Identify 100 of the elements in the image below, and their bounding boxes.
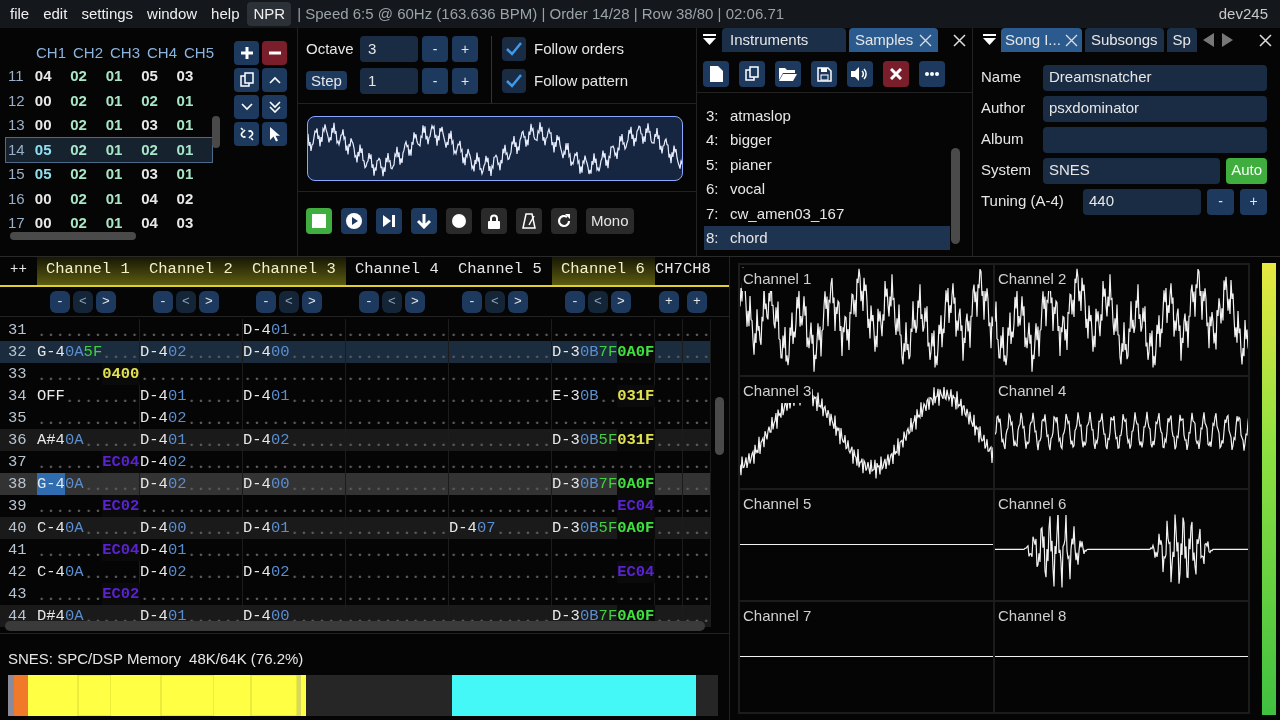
order-value[interactable]: 00 <box>34 89 71 112</box>
menu-item[interactable]: file <box>4 2 36 26</box>
order-value[interactable]: 02 <box>176 187 212 210</box>
order-value[interactable]: 01 <box>105 212 142 235</box>
channel-button[interactable]: < <box>588 290 608 313</box>
scrollbar[interactable] <box>10 232 136 240</box>
channel-button[interactable]: > <box>405 290 425 313</box>
remove-order-button[interactable] <box>262 41 287 65</box>
channel-name[interactable]: CH7 <box>655 257 683 281</box>
checkbox[interactable] <box>502 69 526 93</box>
order-value[interactable]: 01 <box>105 65 142 88</box>
channel-header[interactable]: Channel 3 <box>243 257 346 285</box>
preview-sample-button[interactable] <box>847 61 873 87</box>
stepper-button[interactable]: + <box>1240 188 1267 215</box>
duplicate-sample-button[interactable] <box>739 61 765 87</box>
order-value[interactable]: 02 <box>70 138 106 161</box>
order-value[interactable]: 01 <box>105 163 142 186</box>
order-value[interactable]: 00 <box>34 187 71 210</box>
order-value[interactable]: 01 <box>105 114 142 137</box>
order-value[interactable]: 02 <box>70 89 106 112</box>
move-up-button[interactable] <box>262 68 287 92</box>
menu-item[interactable]: help <box>205 2 246 26</box>
order-value[interactable]: 04 <box>141 187 177 210</box>
channel-button[interactable]: < <box>382 290 402 313</box>
order-value[interactable]: 05 <box>34 138 71 161</box>
order-value[interactable]: 04 <box>34 65 71 88</box>
step-button[interactable] <box>376 208 402 234</box>
open-sample-button[interactable] <box>775 61 801 87</box>
channel-header[interactable]: Channel 6 <box>552 257 655 285</box>
tab[interactable]: Sp <box>1166 28 1197 52</box>
order-value[interactable]: 01 <box>176 163 212 186</box>
channel-button[interactable]: > <box>302 290 322 313</box>
order-value[interactable]: 01 <box>176 89 212 112</box>
channel-name[interactable]: Channel 1 <box>37 257 130 281</box>
order-value[interactable]: 02 <box>141 138 177 161</box>
checkbox[interactable] <box>502 37 526 61</box>
save-sample-button[interactable] <box>811 61 837 87</box>
stepper-button[interactable]: - <box>422 36 448 62</box>
order-value[interactable]: 03 <box>176 212 212 235</box>
channel-button[interactable]: - <box>565 290 585 313</box>
step-down-button[interactable] <box>411 208 437 234</box>
lock-button[interactable] <box>481 208 507 234</box>
delete-sample-button[interactable] <box>883 61 909 87</box>
menu-item[interactable]: settings <box>75 2 140 26</box>
order-value[interactable]: 01 <box>105 187 142 210</box>
order-row[interactable]: 11 04 02 01 05 03 <box>6 64 212 89</box>
order-row[interactable]: 17 00 02 01 04 03 <box>6 211 212 236</box>
order-value[interactable]: 03 <box>176 65 212 88</box>
order-value[interactable]: 01 <box>176 138 212 161</box>
close-icon[interactable] <box>953 33 966 47</box>
channel-name[interactable]: Channel 3 <box>243 257 336 281</box>
sample-item[interactable]: 3: atmaslop <box>704 104 950 129</box>
order-value[interactable]: 02 <box>141 89 177 112</box>
order-value[interactable]: 01 <box>105 138 142 161</box>
text-field[interactable]: Dreamsnatcher <box>1043 64 1267 91</box>
tab[interactable]: Instruments <box>722 28 846 52</box>
dropdown-icon[interactable] <box>703 34 716 46</box>
add-order-button[interactable] <box>234 41 259 65</box>
order-value[interactable]: 02 <box>70 65 106 88</box>
order-value[interactable]: 01 <box>176 114 212 137</box>
channel-button[interactable]: - <box>462 290 482 313</box>
number-field[interactable]: 3 <box>360 36 418 62</box>
play-button[interactable] <box>341 208 367 234</box>
order-value[interactable]: 03 <box>141 163 177 186</box>
sample-item[interactable]: 4: bigger <box>704 128 950 153</box>
repeat-button[interactable] <box>551 208 577 234</box>
channel-button[interactable]: - <box>153 290 173 313</box>
order-row[interactable]: 16 00 02 01 04 02 <box>6 186 212 211</box>
order-value[interactable]: 00 <box>34 212 71 235</box>
move-down-button[interactable] <box>234 95 259 119</box>
order-value[interactable]: 02 <box>70 187 106 210</box>
order-value[interactable]: 02 <box>70 163 106 186</box>
channel-button[interactable]: < <box>73 290 93 313</box>
order-value[interactable]: 05 <box>34 163 71 186</box>
metronome-button[interactable] <box>516 208 542 234</box>
order-value[interactable]: 01 <box>105 89 142 112</box>
order-row[interactable]: 12 00 02 01 02 01 <box>6 88 212 113</box>
number-field[interactable]: 1 <box>360 68 418 94</box>
mono-button[interactable]: Mono <box>586 208 634 234</box>
tab[interactable]: Song I... <box>1001 28 1082 52</box>
more-button[interactable] <box>919 61 945 87</box>
add-channel-button[interactable]: ++ <box>0 257 27 280</box>
channel-button[interactable]: < <box>485 290 505 313</box>
channel-button[interactable]: > <box>96 290 116 313</box>
move-bottom-button[interactable] <box>262 95 287 119</box>
menu-item[interactable]: NPR <box>247 2 292 26</box>
channel-button[interactable]: > <box>199 290 219 313</box>
scrollbar[interactable] <box>715 397 724 455</box>
right-arrow-icon[interactable] <box>1221 33 1233 47</box>
channel-button[interactable]: - <box>256 290 276 313</box>
order-value[interactable]: 04 <box>141 212 177 235</box>
unlink-button[interactable] <box>234 122 259 146</box>
tab[interactable]: Subsongs <box>1084 28 1164 52</box>
stop-button[interactable] <box>306 208 332 234</box>
duplicate-order-button[interactable] <box>234 68 259 92</box>
sample-item[interactable]: 5: pianer <box>704 152 950 178</box>
tab[interactable]: Samples <box>849 28 939 52</box>
stepper-button[interactable]: + <box>452 36 478 62</box>
text-field[interactable] <box>1043 126 1267 153</box>
channel-button[interactable]: + <box>659 290 679 313</box>
